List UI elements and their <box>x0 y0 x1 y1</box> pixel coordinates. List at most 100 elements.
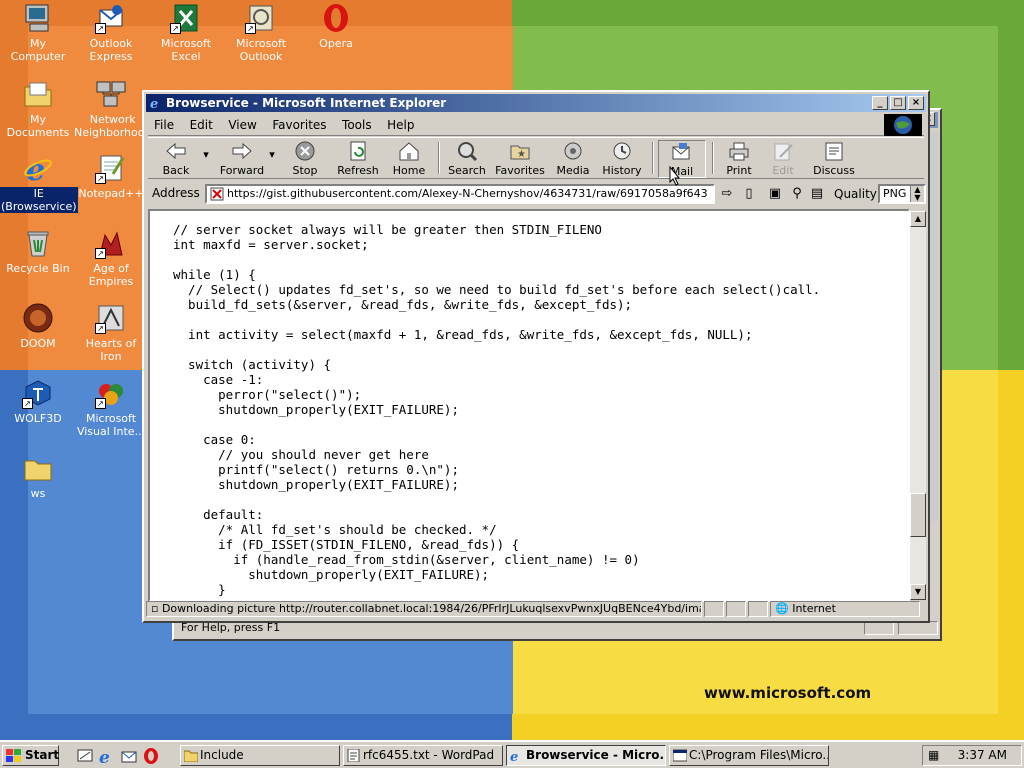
show-desktop-icon[interactable] <box>76 747 94 765</box>
discuss-button[interactable]: Discuss <box>808 140 860 178</box>
task-wordpad[interactable]: rfc6455.txt - WordPad <box>343 745 503 766</box>
quicklaunch-opera-icon[interactable] <box>142 747 160 765</box>
desktop: www.microsoft.com My Computer ↗ Outlook … <box>0 0 1024 740</box>
menu-tools[interactable]: Tools <box>336 114 378 136</box>
menu-bar: File Edit View Favorites Tools Help <box>148 114 924 136</box>
desktop-icon-label: Microsoft Outlook <box>235 37 287 63</box>
globe-icon: 🌐 <box>775 602 793 615</box>
history-button[interactable]: History <box>598 140 646 178</box>
clipboard-icon[interactable]: ▤ <box>808 186 826 202</box>
quality-select[interactable]: PNG ▲ ▼ <box>878 184 926 204</box>
menu-file[interactable]: File <box>148 114 180 136</box>
desktop-icon-label: Hearts of Iron <box>85 337 137 363</box>
desktop-icon-ie-browservice[interactable]: e IE (Browservice) <box>0 152 78 213</box>
desktop-icon-my-documents[interactable]: My Documents <box>0 78 76 139</box>
go-arrow-icon[interactable]: ⇨ <box>718 186 736 202</box>
quicklaunch-ie-icon[interactable]: e <box>98 747 116 768</box>
forward-button[interactable]: Forward <box>214 140 270 178</box>
desktop-icon-label: Notepad++ <box>78 187 144 200</box>
desktop-icon-label: DOOM <box>20 337 56 350</box>
address-label: Address <box>152 186 200 200</box>
code-line: shutdown_properly(EXIT_FAILURE); <box>173 567 490 582</box>
start-button[interactable]: Start <box>2 745 59 766</box>
menu-edit[interactable]: Edit <box>184 114 219 136</box>
desktop-icon-opera[interactable]: Opera <box>298 2 374 50</box>
page-content[interactable]: // server socket always will be greater … <box>148 209 910 602</box>
minimize-button[interactable]: _ <box>872 96 888 110</box>
desktop-icon-ws-folder[interactable]: ws <box>0 452 76 500</box>
menu-view[interactable]: View <box>222 114 262 136</box>
scroll-up-icon[interactable]: ▲ <box>910 211 926 227</box>
edit-button[interactable]: Edit <box>764 140 802 178</box>
status-page-icon: ▫ <box>151 602 162 615</box>
media-icon <box>562 141 584 161</box>
quality-spinner-icon[interactable]: ▲ ▼ <box>910 186 924 202</box>
code-line: if (handle_read_from_stdin(&server, clie… <box>173 552 640 567</box>
refresh-button[interactable]: Refresh <box>334 140 382 178</box>
desktop-icon-visual-interdev[interactable]: ↗ Microsoft Visual Inte... <box>73 377 149 438</box>
code-line: printf("select() returns 0.\n"); <box>173 462 459 477</box>
status-text: Downloading picture http://router.collab… <box>161 602 701 615</box>
svg-text:e: e <box>510 750 518 762</box>
desktop-icon-label: Microsoft Visual Inte... <box>76 412 146 438</box>
standard-toolbar: Back ▾ Forward ▾ Stop Refresh Home Searc… <box>148 137 924 179</box>
desktop-icon-my-computer[interactable]: My Computer <box>0 2 76 63</box>
discuss-icon <box>823 141 845 161</box>
print-button[interactable]: Print <box>718 140 760 178</box>
address-bar: Address https://gist.githubusercontent.c… <box>148 181 926 207</box>
maximize-button[interactable]: □ <box>890 96 906 110</box>
code-line: switch (activity) { <box>173 357 332 372</box>
folder-icon <box>22 452 54 484</box>
desktop-icon-label: My Computer <box>10 37 66 63</box>
stop-button[interactable]: Stop <box>284 140 326 178</box>
task-include[interactable]: Include <box>180 745 340 766</box>
desktop-icon-outlook-express[interactable]: ↗ Outlook Express <box>73 2 149 63</box>
vertical-scrollbar[interactable]: ▲ ▼ <box>910 211 926 600</box>
media-button[interactable]: Media <box>552 140 594 178</box>
code-line: case 0: <box>173 432 256 447</box>
desktop-icon-label: Microsoft Excel <box>160 37 212 63</box>
code-line: } <box>173 582 226 597</box>
hearts-of-iron-icon: ↗ <box>95 302 127 334</box>
task-browservice[interactable]: e Browservice - Micro... <box>506 745 666 766</box>
search-icon <box>456 141 478 162</box>
clock[interactable]: 3:37 AM <box>958 746 1007 765</box>
scroll-thumb[interactable] <box>910 493 926 537</box>
ie-titlebar[interactable]: e Browservice - Microsoft Internet Explo… <box>146 94 926 112</box>
excel-icon: ↗ <box>170 2 202 34</box>
search-button[interactable]: Search <box>444 140 490 178</box>
desktop-icon-recycle-bin[interactable]: Recycle Bin <box>0 227 76 275</box>
desktop-icon-wolf3d[interactable]: ↗ WOLF3D <box>0 377 76 425</box>
home-button[interactable]: Home <box>388 140 430 178</box>
desktop-icon-doom[interactable]: DOOM <box>0 302 76 350</box>
save-icon[interactable]: ▣ <box>766 186 784 202</box>
desktop-icon-notepad-plus-plus[interactable]: ↗ Notepad++ <box>73 152 149 200</box>
menu-favorites[interactable]: Favorites <box>266 114 332 136</box>
ie-window[interactable]: e Browservice - Microsoft Internet Explo… <box>142 90 930 623</box>
code-line: shutdown_properly(EXIT_FAILURE); <box>173 402 459 417</box>
desktop-icon-network-neighborhood[interactable]: Network Neighborhood <box>73 78 151 139</box>
visual-interdev-icon: ↗ <box>95 377 127 409</box>
opera-icon <box>320 2 352 34</box>
close-button[interactable]: × <box>908 96 924 110</box>
address-input[interactable]: https://gist.githubusercontent.com/Alexe… <box>205 184 715 204</box>
internet-explorer-icon: e <box>22 152 54 188</box>
task-program-files[interactable]: C:\Program Files\Micro... <box>669 745 829 766</box>
scroll-down-icon[interactable]: ▼ <box>910 584 926 600</box>
back-button[interactable]: Back <box>152 140 200 178</box>
quicklaunch-outlook-express-icon[interactable] <box>120 747 138 765</box>
bookmark-icon[interactable]: ▯ <box>740 186 758 202</box>
desktop-icon-microsoft-excel[interactable]: ↗ Microsoft Excel <box>148 2 224 63</box>
desktop-icon-microsoft-outlook[interactable]: ↗ Microsoft Outlook <box>223 2 299 63</box>
window-title: Browservice - Microsoft Internet Explore… <box>166 96 447 110</box>
code-line: // you should never get here <box>173 447 429 462</box>
favorites-button[interactable]: ★ Favorites <box>492 140 548 178</box>
background-window-scrollbar[interactable] <box>930 132 938 521</box>
desktop-icon-hearts-of-iron[interactable]: ↗ Hearts of Iron <box>73 302 149 363</box>
menu-help[interactable]: Help <box>381 114 420 136</box>
mail-button[interactable]: Mail <box>658 140 706 178</box>
desktop-icon-age-of-empires[interactable]: ↗ Age of Empires <box>73 227 149 288</box>
find-icon[interactable]: ⚲ <box>788 186 806 202</box>
tray-network-icon[interactable]: ▦ <box>928 746 939 765</box>
